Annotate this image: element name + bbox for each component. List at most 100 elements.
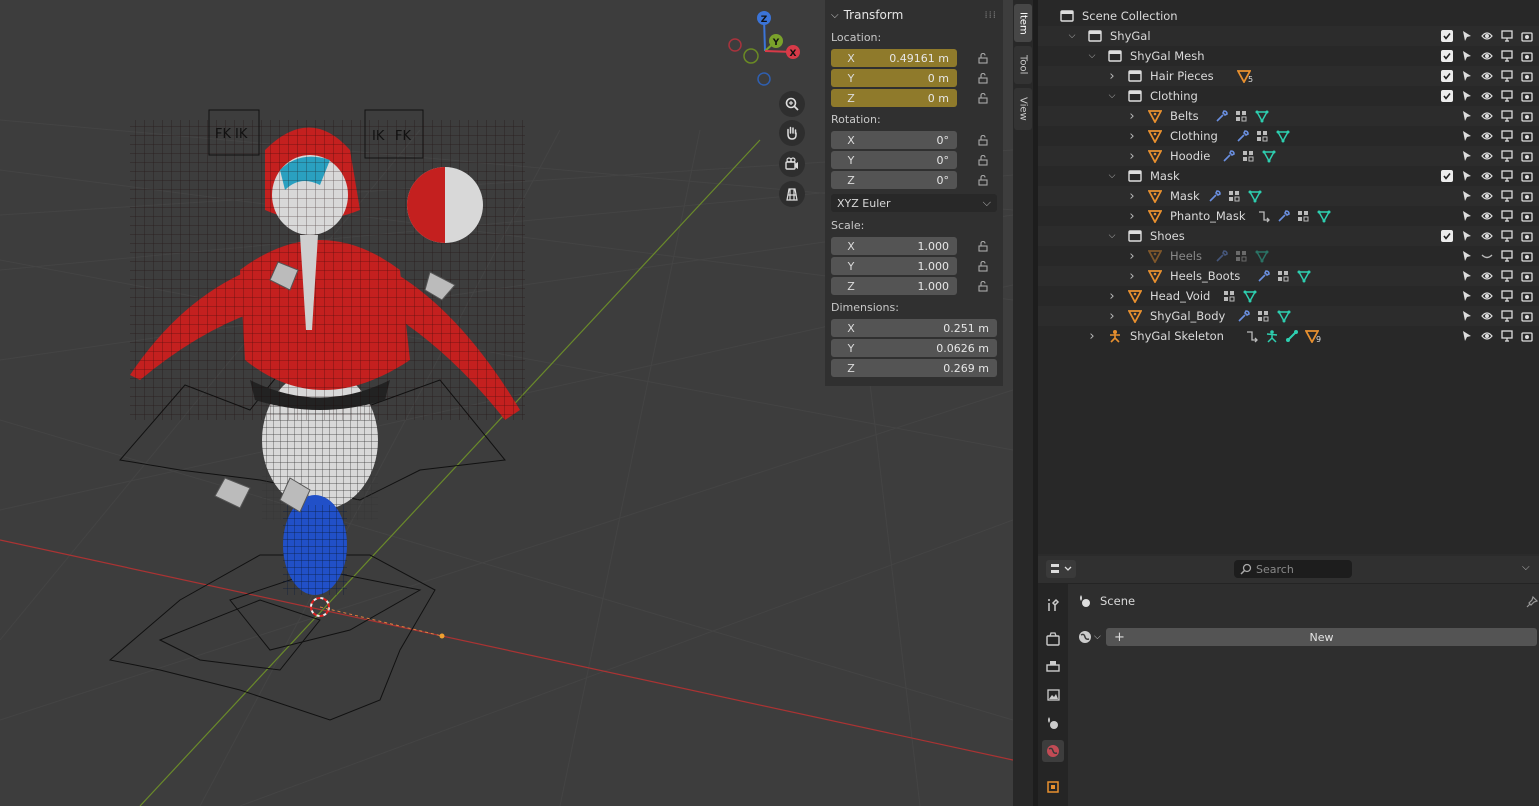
- rotation-y-field[interactable]: Y 0°: [831, 151, 957, 169]
- render-camera-icon[interactable]: [1521, 250, 1533, 262]
- monitor-icon[interactable]: [1501, 110, 1513, 122]
- wrench-icon[interactable]: [1215, 109, 1229, 123]
- exclude-checkbox[interactable]: [1441, 50, 1453, 62]
- outliner-row[interactable]: › Head_Void: [1038, 286, 1539, 306]
- render-camera-icon[interactable]: [1521, 330, 1533, 342]
- mesh-data-icon[interactable]: [1277, 309, 1291, 323]
- eye-icon[interactable]: [1481, 290, 1493, 302]
- monitor-icon[interactable]: [1501, 50, 1513, 62]
- lock-icon[interactable]: [971, 89, 995, 107]
- location-y-field[interactable]: Y 0 m: [831, 69, 957, 87]
- monitor-icon[interactable]: [1501, 330, 1513, 342]
- wrench-icon[interactable]: [1222, 149, 1236, 163]
- render-camera-icon[interactable]: [1521, 270, 1533, 282]
- selectable-toggle-icon[interactable]: [1461, 110, 1473, 122]
- mesh-icon[interactable]: 5: [1237, 69, 1253, 84]
- monitor-icon[interactable]: [1501, 170, 1513, 182]
- render-camera-icon[interactable]: [1521, 190, 1533, 202]
- wrench-icon[interactable]: [1257, 269, 1271, 283]
- tab-object[interactable]: [1042, 776, 1064, 798]
- selectable-toggle-icon[interactable]: [1461, 90, 1473, 102]
- vertex-groups-icon[interactable]: [1257, 309, 1271, 323]
- outliner-row[interactable]: ⌵ Shoes: [1038, 226, 1539, 246]
- monitor-icon[interactable]: [1501, 150, 1513, 162]
- vertex-groups-icon[interactable]: [1297, 209, 1311, 223]
- mesh-icon[interactable]: 9: [1305, 329, 1321, 344]
- pin-icon[interactable]: [1526, 595, 1539, 611]
- outliner-row[interactable]: › Mask: [1038, 186, 1539, 206]
- eye-icon[interactable]: [1481, 190, 1493, 202]
- chevron-right-icon[interactable]: ›: [1106, 289, 1118, 304]
- selectable-toggle-icon[interactable]: [1461, 330, 1473, 342]
- selectable-toggle-icon[interactable]: [1461, 30, 1473, 42]
- rotation-x-field[interactable]: X 0°: [831, 131, 957, 149]
- scale-z-field[interactable]: Z 1.000: [831, 277, 957, 295]
- wrench-icon[interactable]: [1237, 309, 1251, 323]
- exclude-checkbox[interactable]: [1441, 70, 1453, 82]
- outliner-row[interactable]: ⌵ Mask: [1038, 166, 1539, 186]
- mesh-data-icon[interactable]: [1255, 109, 1269, 123]
- lock-icon[interactable]: [971, 237, 995, 255]
- 3d-viewport[interactable]: FK IK IK FK Z Y X ⌵ Transform ⁞⁞⁞ Locati…: [0, 0, 1013, 806]
- monitor-icon[interactable]: [1501, 130, 1513, 142]
- monitor-icon[interactable]: [1501, 250, 1513, 262]
- render-camera-icon[interactable]: [1521, 70, 1533, 82]
- selectable-toggle-icon[interactable]: [1461, 230, 1473, 242]
- tab-scene[interactable]: [1042, 712, 1064, 734]
- selectable-toggle-icon[interactable]: [1461, 250, 1473, 262]
- location-z-field[interactable]: Z 0 m: [831, 89, 957, 107]
- exclude-checkbox[interactable]: [1441, 90, 1453, 102]
- dimensions-z-field[interactable]: Z 0.269 m: [831, 359, 997, 377]
- vertex-groups-icon[interactable]: [1235, 249, 1249, 263]
- outliner-row[interactable]: › Heels: [1038, 246, 1539, 266]
- lock-icon[interactable]: [971, 257, 995, 275]
- tab-item[interactable]: Item: [1014, 4, 1032, 42]
- render-camera-icon[interactable]: [1521, 130, 1533, 142]
- mesh-data-icon[interactable]: [1243, 289, 1257, 303]
- selectable-toggle-icon[interactable]: [1461, 270, 1473, 282]
- rotation-mode-select[interactable]: XYZ Euler ⌵: [831, 194, 997, 212]
- exclude-checkbox[interactable]: [1441, 30, 1453, 42]
- chevron-right-icon[interactable]: ›: [1126, 109, 1138, 124]
- render-camera-icon[interactable]: [1521, 170, 1533, 182]
- rotation-z-field[interactable]: Z 0°: [831, 171, 957, 189]
- parent-icon[interactable]: [1245, 329, 1259, 343]
- ortho-toggle-button[interactable]: [779, 181, 805, 207]
- lock-icon[interactable]: [971, 49, 995, 67]
- outliner-row[interactable]: › Belts: [1038, 106, 1539, 126]
- outliner-row[interactable]: › Phanto_Mask: [1038, 206, 1539, 226]
- monitor-icon[interactable]: [1501, 190, 1513, 202]
- selectable-toggle-icon[interactable]: [1461, 50, 1473, 62]
- chevron-down-icon[interactable]: ⌵: [1106, 91, 1118, 101]
- chevron-down-icon[interactable]: ⌵: [1106, 231, 1118, 241]
- render-camera-icon[interactable]: [1521, 210, 1533, 222]
- tab-tool[interactable]: Tool: [1014, 46, 1032, 84]
- world-browse-button[interactable]: ⌵: [1078, 628, 1106, 646]
- vertex-groups-icon[interactable]: [1223, 289, 1237, 303]
- wrench-icon[interactable]: [1236, 129, 1250, 143]
- tab-tool-settings[interactable]: [1042, 594, 1064, 616]
- editor-type-button[interactable]: [1046, 560, 1076, 578]
- monitor-icon[interactable]: [1501, 270, 1513, 282]
- monitor-icon[interactable]: [1501, 90, 1513, 102]
- pan-button[interactable]: [779, 120, 805, 146]
- tab-view-layer[interactable]: [1042, 684, 1064, 706]
- dimensions-x-field[interactable]: X 0.251 m: [831, 319, 997, 337]
- chevron-down-icon[interactable]: ⌵: [1106, 171, 1118, 181]
- outliner-row[interactable]: › Clothing: [1038, 126, 1539, 146]
- chevron-down-icon[interactable]: ⌵: [1066, 31, 1078, 41]
- mesh-data-icon[interactable]: [1317, 209, 1331, 223]
- selectable-toggle-icon[interactable]: [1461, 210, 1473, 222]
- eye-icon[interactable]: [1481, 170, 1493, 182]
- chevron-right-icon[interactable]: ›: [1126, 189, 1138, 204]
- selectable-toggle-icon[interactable]: [1461, 290, 1473, 302]
- wrench-icon[interactable]: [1277, 209, 1291, 223]
- tab-view[interactable]: View: [1014, 88, 1032, 130]
- lock-icon[interactable]: [971, 171, 995, 189]
- eye-icon[interactable]: [1481, 230, 1493, 242]
- lock-icon[interactable]: [971, 131, 995, 149]
- outliner-row[interactable]: › Hoodie: [1038, 146, 1539, 166]
- scale-x-field[interactable]: X 1.000: [831, 237, 957, 255]
- chevron-down-icon[interactable]: ⌵: [1086, 51, 1098, 61]
- eye-closed-icon[interactable]: [1481, 250, 1493, 262]
